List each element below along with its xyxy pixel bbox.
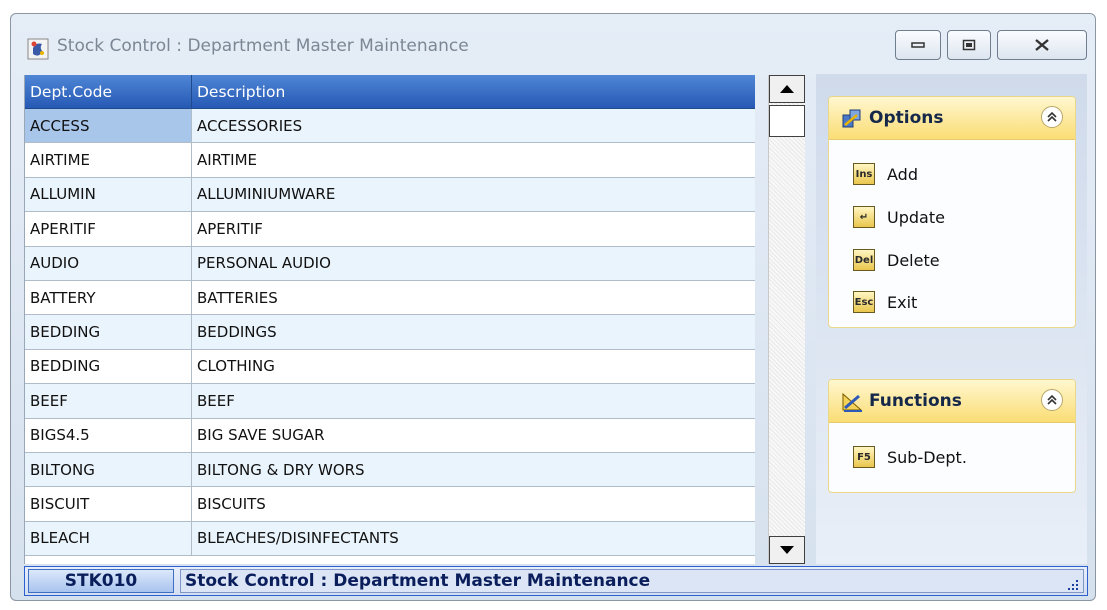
function-sub-dept[interactable]: F5 Sub-Dept. xyxy=(853,444,967,470)
functions-panel: Functions F5 Sub-Dept. xyxy=(828,379,1076,493)
cell-dept-code[interactable]: BEDDING xyxy=(25,315,192,349)
options-icon xyxy=(842,109,861,128)
option-add[interactable]: Ins Add xyxy=(853,161,918,187)
arrow-up-icon xyxy=(780,85,794,93)
cell-description[interactable]: BEEF xyxy=(192,384,755,417)
option-delete[interactable]: Del Delete xyxy=(853,247,940,273)
functions-panel-header[interactable]: Functions xyxy=(829,380,1075,423)
scroll-down-button[interactable] xyxy=(769,536,805,564)
status-bar: STK010 Stock Control : Department Master… xyxy=(24,566,1088,596)
ins-key-icon: Ins xyxy=(853,163,875,185)
cell-dept-code[interactable]: AIRTIME xyxy=(25,143,192,177)
option-update-label[interactable]: Update xyxy=(887,208,945,227)
collapse-functions-button[interactable] xyxy=(1041,389,1063,411)
table-row[interactable]: BIGS4.5 BIG SAVE SUGAR xyxy=(25,418,755,453)
table-row[interactable]: BILTONG BILTONG & DRY WORS xyxy=(25,452,755,488)
cell-description[interactable]: BISCUITS xyxy=(192,487,755,520)
table-row[interactable]: ACCESS ACCESSORIES xyxy=(25,109,755,144)
function-sub-dept-label[interactable]: Sub-Dept. xyxy=(887,448,967,467)
resize-grip-icon[interactable] xyxy=(1067,579,1079,591)
minimize-button[interactable] xyxy=(895,30,941,60)
options-panel-header[interactable]: Options xyxy=(829,97,1075,140)
minimize-icon xyxy=(911,42,925,48)
grid-vertical-scrollbar[interactable] xyxy=(768,75,805,564)
app-window: Stock Control : Department Master Mainte… xyxy=(10,13,1096,601)
enter-key-icon: ↵ xyxy=(853,206,875,228)
status-text: Stock Control : Department Master Mainte… xyxy=(180,569,1084,593)
functions-icon xyxy=(842,392,863,412)
collapse-options-button[interactable] xyxy=(1041,106,1063,128)
close-button[interactable] xyxy=(997,30,1087,60)
cell-description[interactable]: APERITIF xyxy=(192,212,755,245)
grid-header: Dept.Code Description xyxy=(25,75,755,109)
task-pane: Options Ins Add ↵ Update Del Delete Esc … xyxy=(816,74,1087,564)
table-row[interactable]: BEEF BEEF xyxy=(25,384,755,419)
option-delete-label[interactable]: Delete xyxy=(887,251,940,270)
cell-dept-code[interactable]: BIGS4.5 xyxy=(25,418,192,452)
cell-description[interactable]: BILTONG & DRY WORS xyxy=(192,453,755,486)
cell-description[interactable]: BATTERIES xyxy=(192,281,755,314)
cell-description[interactable]: BIG SAVE SUGAR xyxy=(192,419,755,452)
program-code: STK010 xyxy=(28,569,174,593)
title-bar[interactable]: Stock Control : Department Master Mainte… xyxy=(11,14,1095,74)
cell-dept-code[interactable]: BEDDING xyxy=(25,349,192,384)
cell-dept-code[interactable]: APERITIF xyxy=(25,212,192,246)
table-row[interactable]: BISCUIT BISCUITS xyxy=(25,487,755,522)
restore-button[interactable] xyxy=(947,30,991,60)
cell-description[interactable]: BLEACHES/DISINFECTANTS xyxy=(192,522,755,555)
table-row[interactable]: ALLUMIN ALLUMINIUMWARE xyxy=(25,177,755,213)
cell-description[interactable]: AIRTIME xyxy=(192,143,755,176)
scrollbar-thumb[interactable] xyxy=(769,105,805,137)
cell-dept-code[interactable]: ALLUMIN xyxy=(25,177,192,212)
cell-dept-code[interactable]: BISCUIT xyxy=(25,487,192,521)
restore-icon xyxy=(962,39,976,51)
chevron-double-up-icon xyxy=(1047,112,1057,122)
cell-dept-code[interactable]: BILTONG xyxy=(25,452,192,487)
table-row[interactable]: APERITIF APERITIF xyxy=(25,212,755,247)
chevron-double-up-icon xyxy=(1047,395,1057,405)
cell-dept-code[interactable]: BLEACH xyxy=(25,521,192,556)
cell-dept-code[interactable]: AUDIO xyxy=(25,246,192,280)
option-add-label[interactable]: Add xyxy=(887,165,918,184)
cell-dept-code[interactable]: ACCESS xyxy=(25,109,192,143)
column-header-description[interactable]: Description xyxy=(192,75,755,108)
cell-description[interactable]: ALLUMINIUMWARE xyxy=(192,178,755,211)
table-row[interactable]: BEDDING CLOTHING xyxy=(25,349,755,385)
functions-panel-title: Functions xyxy=(869,391,962,411)
table-row[interactable]: BLEACH BLEACHES/DISINFECTANTS xyxy=(25,521,755,557)
close-icon xyxy=(1035,39,1049,51)
cell-description[interactable]: CLOTHING xyxy=(192,350,755,383)
del-key-icon: Del xyxy=(853,249,875,271)
window-title: Stock Control : Department Master Mainte… xyxy=(57,36,469,56)
table-row[interactable]: AIRTIME AIRTIME xyxy=(25,143,755,178)
cell-dept-code[interactable]: BEEF xyxy=(25,384,192,418)
cell-description[interactable]: BEDDINGS xyxy=(192,315,755,348)
scroll-up-button[interactable] xyxy=(769,75,805,103)
options-panel-title: Options xyxy=(869,108,944,128)
app-icon xyxy=(27,38,49,60)
option-update[interactable]: ↵ Update xyxy=(853,204,945,230)
option-exit[interactable]: Esc Exit xyxy=(853,289,917,315)
f5-key-icon: F5 xyxy=(853,446,875,468)
column-header-dept-code[interactable]: Dept.Code xyxy=(25,75,192,108)
table-row[interactable]: BATTERY BATTERIES xyxy=(25,280,755,316)
table-row[interactable]: AUDIO PERSONAL AUDIO xyxy=(25,246,755,281)
cell-dept-code[interactable]: BATTERY xyxy=(25,280,192,315)
cell-description[interactable]: ACCESSORIES xyxy=(192,109,755,143)
arrow-down-icon xyxy=(780,546,794,554)
table-row[interactable]: BEDDING BEDDINGS xyxy=(25,315,755,350)
department-grid[interactable]: Dept.Code Description ACCESS ACCESSORIES … xyxy=(24,75,755,564)
esc-key-icon: Esc xyxy=(853,291,875,313)
cell-description[interactable]: PERSONAL AUDIO xyxy=(192,247,755,280)
option-exit-label[interactable]: Exit xyxy=(887,293,917,312)
options-panel: Options Ins Add ↵ Update Del Delete Esc … xyxy=(828,96,1076,328)
